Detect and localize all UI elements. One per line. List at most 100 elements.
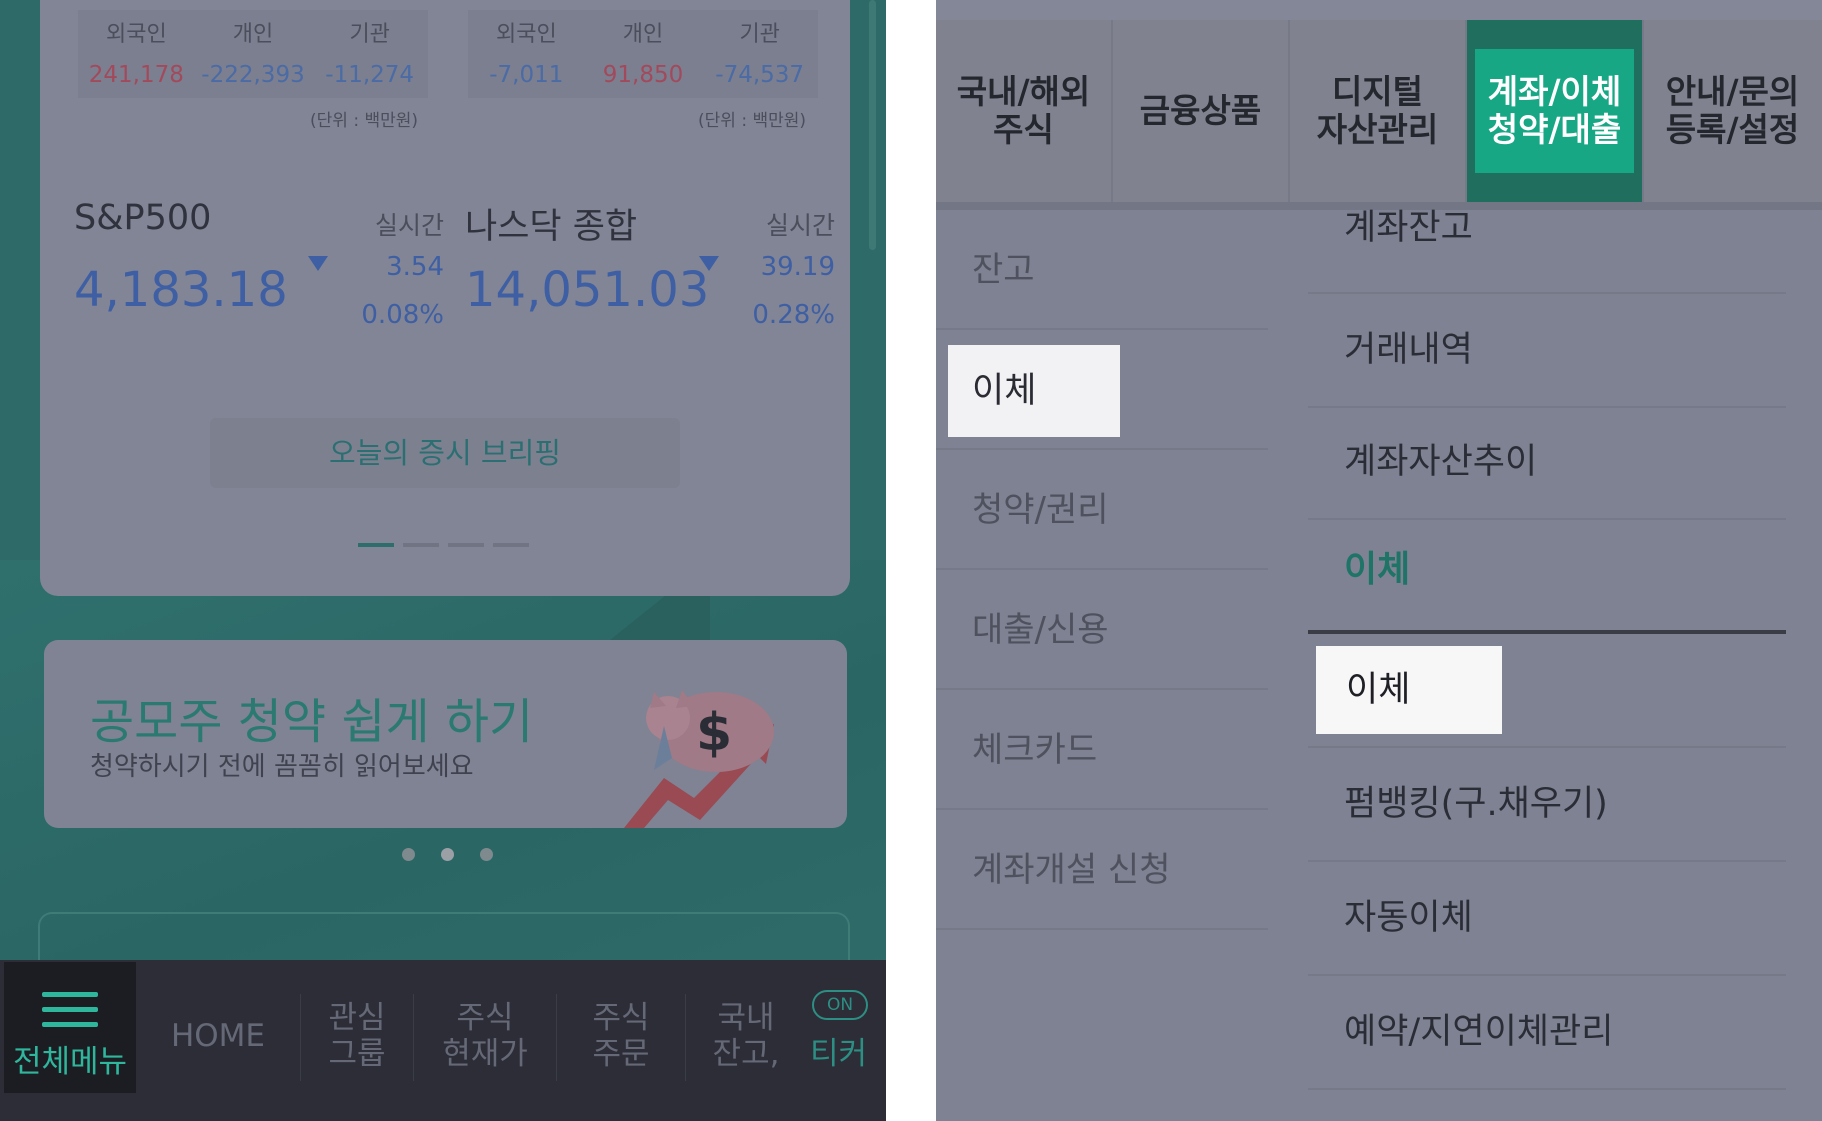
index-change-pct: 0.08% — [361, 300, 444, 330]
submenu-item[interactable]: 펌뱅킹(구.채우기) — [1308, 748, 1786, 862]
nav-label: 청약/대출 — [1487, 110, 1622, 149]
scrollbar[interactable] — [869, 0, 876, 250]
nav-label: 주식 — [993, 110, 1054, 149]
bottom-tab-bar: 전체메뉴 HOME 관심 그룹 주식 현재가 주식 주문 국내 잔고, — [0, 960, 886, 1121]
submenu-list: 계좌잔고 거래내역 계좌자산추이 이체 이체 펌뱅킹(구.채우기) 자동이체 예… — [1308, 208, 1786, 1121]
pager-dot[interactable] — [402, 848, 415, 861]
ticker-on-badge[interactable]: ON — [812, 990, 868, 1020]
nav-label: 국내/해외 — [956, 72, 1091, 111]
flow-header: 기관 — [739, 22, 780, 47]
flow-value: 241,178 — [88, 62, 184, 88]
tab-home[interactable]: HOME — [136, 960, 300, 1121]
banner-subtitle: 청약하시기 전에 꼼꼼히 읽어보세요 — [90, 752, 474, 782]
card-pager — [358, 543, 529, 547]
flow-header: 외국인 — [495, 22, 557, 47]
index-value: 14,051.03 — [465, 262, 710, 318]
submenu-section-title: 이체 — [1308, 510, 1786, 634]
category-item[interactable]: 대출/신용 — [936, 570, 1268, 690]
category-item[interactable]: 잔고 — [936, 210, 1268, 330]
nav-label: 자산관리 — [1316, 110, 1439, 149]
banner-pager — [402, 848, 493, 861]
index-nasdaq[interactable]: 나스닥 종합 실시간 14,051.03 39.19 0.28% — [465, 180, 835, 340]
flow-value: -222,393 — [201, 62, 305, 88]
all-menu-screen: 국내/해외 주식 금융상품 디지털 자산관리 계좌/이체 청약/대출 안내/문의 등록/… — [936, 0, 1822, 1121]
pager-segment[interactable] — [493, 543, 529, 547]
svg-text:$: $ — [696, 703, 732, 763]
nav-label: 계좌/이체 — [1487, 72, 1622, 111]
flow-header: 개인 — [622, 22, 664, 47]
menu-category-nav: 국내/해외 주식 금융상품 디지털 자산관리 계좌/이체 청약/대출 안내/문의 등록/… — [936, 20, 1822, 202]
tab-label: 현재가 — [442, 1036, 528, 1072]
nav-financial-products[interactable]: 금융상품 — [1113, 20, 1290, 202]
nav-account-transfer[interactable]: 계좌/이체 청약/대출 — [1467, 20, 1644, 202]
flow-value: -7,011 — [489, 62, 564, 88]
submenu-item[interactable]: 계좌자산추이 — [1308, 406, 1786, 520]
tab-label: 그룹 — [328, 1036, 386, 1072]
unit-label: (단위 : 백만원) — [310, 111, 418, 131]
category-item[interactable]: 청약/권리 — [936, 450, 1268, 570]
ipo-banner[interactable]: 공모주 청약 쉽게 하기 청약하시기 전에 꼼꼼히 읽어보세요 $ — [44, 640, 847, 828]
down-arrow-icon — [308, 256, 328, 271]
nav-digital-asset[interactable]: 디지털 자산관리 — [1290, 20, 1467, 202]
pager-segment[interactable] — [403, 543, 439, 547]
down-arrow-icon — [699, 256, 719, 271]
tab-label: 관심 — [328, 1000, 386, 1036]
all-menu-label: 전체메뉴 — [12, 1044, 128, 1080]
home-screen: 외국인 개인 기관 241,178 -222,393 -11,274 (단위 :… — [0, 0, 886, 1121]
tab-domestic-balance[interactable]: 국내 잔고, — [686, 960, 806, 1121]
flow-header: 개인 — [232, 22, 274, 47]
investor-flow-table-2: 외국인 개인 기관 -7,011 91,850 -74,537 — [468, 10, 818, 98]
flow-header: 외국인 — [105, 22, 167, 47]
pager-dot[interactable] — [480, 848, 493, 861]
tab-stock-price[interactable]: 주식 현재가 — [414, 960, 556, 1121]
category-item[interactable]: 계좌개설 신청 — [936, 810, 1268, 930]
market-summary-card: 외국인 개인 기관 241,178 -222,393 -11,274 (단위 :… — [40, 0, 850, 596]
index-value: 4,183.18 — [74, 262, 288, 318]
pager-segment[interactable] — [358, 543, 394, 547]
flow-header: 기관 — [349, 22, 390, 47]
index-name: 나스닥 종합 — [465, 207, 638, 247]
tab-label: 주문 — [592, 1036, 650, 1072]
all-menu-button[interactable]: 전체메뉴 — [4, 962, 136, 1093]
nav-label: 등록/설정 — [1665, 110, 1800, 149]
submenu-item[interactable]: 자동이체 — [1308, 862, 1786, 976]
nav-label: 안내/문의 — [1665, 72, 1800, 111]
category-list: 잔고 이체 청약/권리 대출/신용 체크카드 계좌개설 신청 — [936, 210, 1268, 1121]
submenu-item-selected[interactable]: 이체 — [1316, 646, 1502, 734]
piggy-bank-dollar-icon: $ — [624, 690, 774, 828]
tab-label: 주식 — [592, 1000, 650, 1036]
index-change: 3.54 — [386, 252, 444, 282]
tab-label: HOME — [170, 1018, 266, 1054]
flow-value: -11,274 — [325, 62, 415, 88]
hamburger-icon — [42, 992, 98, 1037]
realtime-label: 실시간 — [765, 211, 835, 240]
tab-stock-order[interactable]: 주식 주문 — [557, 960, 685, 1121]
top-strip — [936, 0, 1822, 20]
unit-label: (단위 : 백만원) — [698, 111, 806, 131]
ticker-toggle[interactable]: 티커 — [810, 1028, 867, 1073]
submenu-item[interactable]: 예약/지연이체관리 — [1308, 976, 1786, 1090]
category-item-selected[interactable]: 이체 — [948, 345, 1120, 437]
nav-guide-settings[interactable]: 안내/문의 등록/설정 — [1644, 20, 1821, 202]
tab-label: 잔고, — [712, 1036, 780, 1072]
realtime-label: 실시간 — [374, 211, 444, 240]
nav-label: 디지털 — [1331, 72, 1424, 111]
index-change-pct: 0.28% — [752, 300, 835, 330]
nav-label: 금융상품 — [1139, 91, 1262, 130]
tab-label: 주식 — [456, 1000, 514, 1036]
nav-stocks[interactable]: 국내/해외 주식 — [936, 20, 1113, 202]
index-sp500[interactable]: S&P500 실시간 4,183.18 3.54 0.08% — [74, 180, 444, 340]
flow-value: 91,850 — [602, 62, 684, 88]
market-briefing-button[interactable]: 오늘의 증시 브리핑 — [210, 418, 680, 488]
flow-value: -74,537 — [715, 62, 805, 88]
banner-title: 공모주 청약 쉽게 하기 — [90, 694, 534, 750]
submenu-item[interactable]: 계좌잔고 — [1308, 180, 1786, 294]
pager-segment[interactable] — [448, 543, 484, 547]
submenu-item[interactable]: 거래내역 — [1308, 294, 1786, 408]
pager-dot[interactable] — [441, 848, 454, 861]
tab-watch-group[interactable]: 관심 그룹 — [301, 960, 413, 1121]
index-change: 39.19 — [760, 252, 835, 282]
index-name: S&P500 — [74, 198, 212, 238]
category-item[interactable]: 체크카드 — [936, 690, 1268, 810]
investor-flow-table-1: 외국인 개인 기관 241,178 -222,393 -11,274 — [78, 10, 428, 98]
